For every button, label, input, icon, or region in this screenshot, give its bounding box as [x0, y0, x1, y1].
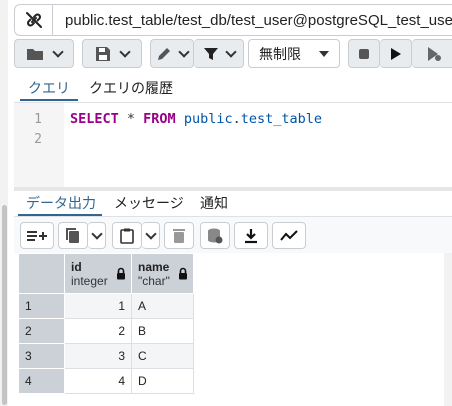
copy-options-dropdown[interactable] — [88, 222, 106, 249]
table-row[interactable]: 4 4 D — [18, 368, 194, 394]
code-line[interactable]: SELECT * FROM public.test_table — [70, 111, 322, 127]
chevron-down-icon — [224, 45, 237, 58]
copy-icon — [66, 227, 79, 243]
code-identifier: test_table — [240, 111, 323, 127]
clipboard-icon — [120, 228, 134, 244]
chevron-down-icon — [52, 45, 64, 58]
code-keyword: SELECT — [70, 111, 119, 127]
trash-icon — [173, 229, 185, 243]
download-button[interactable] — [234, 222, 268, 249]
line-number: 1 — [34, 112, 42, 127]
tab-messages[interactable]: メッセージ — [114, 193, 184, 213]
explain-icon — [427, 46, 441, 61]
chevron-down-icon — [178, 45, 190, 58]
cell-id[interactable]: 2 — [64, 318, 132, 344]
left-scrollbar[interactable] — [0, 0, 8, 406]
save-data-button[interactable] — [200, 222, 230, 249]
play-icon — [390, 47, 401, 60]
execute-button[interactable] — [380, 39, 412, 68]
stop-button[interactable] — [348, 39, 380, 68]
sql-editor[interactable]: 1 2 SELECT * FROM public.test_table — [14, 103, 452, 187]
row-number[interactable]: 1 — [18, 293, 65, 319]
tab-data-output[interactable]: データ出力 — [26, 193, 96, 213]
output-toolbar — [14, 217, 452, 253]
copy-button[interactable] — [58, 222, 88, 249]
line-number-gutter: 1 2 — [14, 103, 64, 187]
query-tabs: クエリ クエリの履歴 — [14, 76, 452, 102]
line-number: 2 — [34, 132, 42, 147]
output-tabs: データ出力 メッセージ 通知 — [14, 191, 452, 217]
caret-down-icon — [319, 50, 329, 57]
cell-name[interactable]: B — [131, 318, 194, 344]
row-limit-value: 無制限 — [259, 45, 301, 62]
chevron-down-icon — [119, 45, 131, 58]
query-toolbar: 無制限 — [14, 39, 452, 71]
code-operator: . — [232, 111, 241, 127]
delete-button[interactable] — [164, 222, 194, 249]
save-file-button[interactable] — [82, 39, 142, 68]
tab-query-history[interactable]: クエリの履歴 — [89, 78, 173, 98]
query-tool-window: public.test_table/test_db/test_user@post… — [0, 0, 452, 406]
download-icon — [245, 228, 257, 243]
edit-button[interactable] — [150, 39, 194, 68]
lock-icon — [179, 267, 187, 280]
pencil-icon — [158, 47, 170, 60]
code-operator: * — [118, 111, 144, 127]
connection-bar[interactable]: public.test_table/test_db/test_user@post… — [14, 4, 452, 36]
stop-icon — [359, 48, 369, 59]
cell-id[interactable]: 4 — [64, 368, 132, 394]
row-number[interactable]: 4 — [18, 368, 65, 394]
graph-visualiser-button[interactable] — [272, 222, 306, 249]
row-number[interactable]: 2 — [18, 318, 65, 344]
line-chart-icon — [280, 229, 298, 241]
connection-status-icon[interactable] — [15, 5, 54, 35]
table-row[interactable]: 2 2 B — [18, 318, 194, 344]
table-row[interactable]: 3 3 C — [18, 343, 194, 369]
paste-options-dropdown[interactable] — [142, 222, 160, 249]
cell-id[interactable]: 1 — [64, 293, 132, 319]
column-header-id[interactable]: id integer — [64, 253, 132, 294]
tab-notifications[interactable]: 通知 — [200, 193, 228, 213]
column-header-name[interactable]: name "char" — [131, 253, 194, 294]
folder-icon — [27, 48, 43, 60]
cell-name[interactable]: D — [131, 368, 194, 394]
database-save-icon — [208, 228, 223, 243]
save-icon — [96, 46, 110, 61]
code-identifier: public — [175, 111, 233, 127]
connection-title: public.test_table/test_db/test_user@post… — [65, 11, 452, 29]
lock-icon — [117, 267, 125, 280]
cell-id[interactable]: 3 — [64, 343, 132, 369]
chevron-down-icon — [144, 227, 157, 240]
cell-name[interactable]: A — [131, 293, 194, 319]
open-file-button[interactable] — [14, 39, 74, 68]
cell-name[interactable]: C — [131, 343, 194, 369]
row-number-header[interactable] — [18, 253, 65, 294]
tab-query[interactable]: クエリ — [28, 78, 70, 98]
explain-button[interactable] — [412, 39, 452, 68]
right-scrollbar[interactable] — [444, 253, 452, 406]
filter-icon — [203, 47, 218, 60]
grid-header-row: id integer name "char" — [18, 253, 194, 294]
left-scrollbar-thumb[interactable] — [2, 205, 7, 405]
paste-button[interactable] — [112, 222, 142, 249]
filter-button[interactable] — [194, 39, 244, 68]
add-row-button[interactable] — [20, 222, 54, 249]
data-grid: id integer name "char" 1 1 A 2 2 B 3 3 C… — [18, 253, 194, 394]
add-row-icon — [27, 230, 47, 241]
chevron-down-icon — [90, 227, 103, 240]
active-tab-indicator — [20, 99, 78, 101]
row-number[interactable]: 3 — [18, 343, 65, 369]
table-row[interactable]: 1 1 A — [18, 293, 194, 319]
row-limit-select[interactable]: 無制限 — [248, 39, 340, 68]
code-keyword: FROM — [143, 111, 176, 127]
